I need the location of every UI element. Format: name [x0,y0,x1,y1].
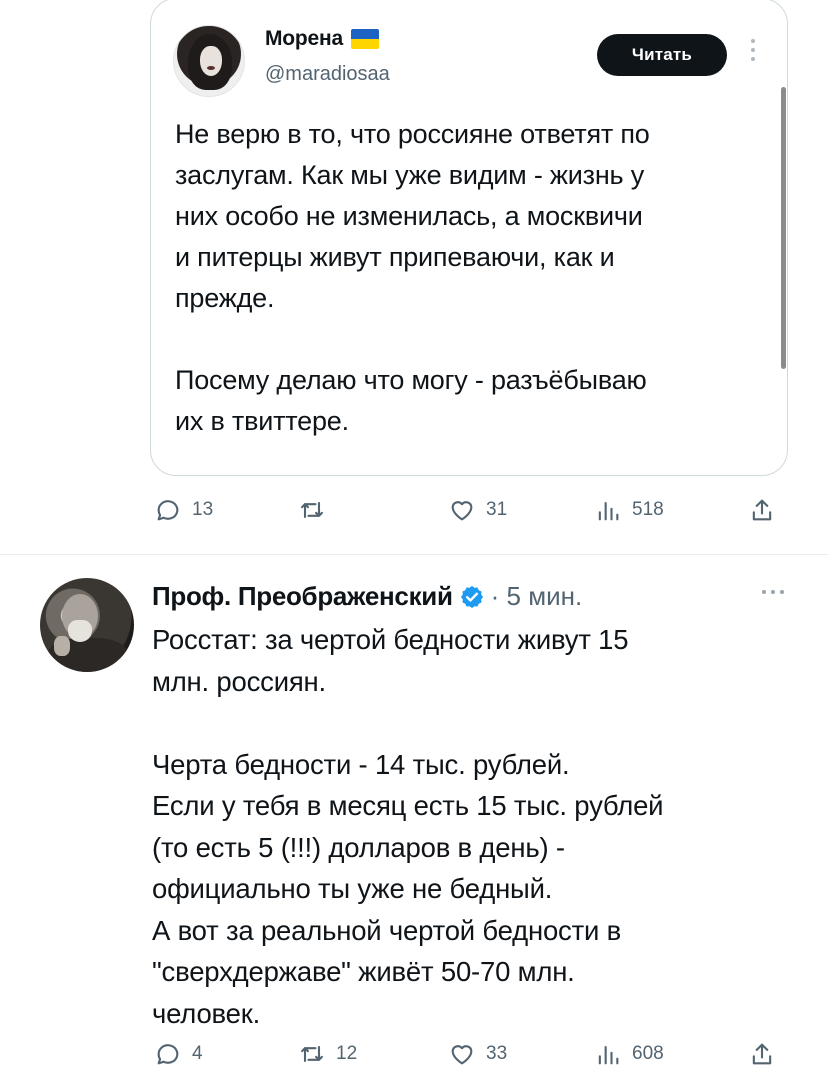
quoted-tweet-card[interactable]: Морена @maradiosaa Читать Не верю в то, … [150,0,788,476]
views-count: 608 [632,1043,664,1064]
scrollbar[interactable] [781,87,786,369]
more-options-icon[interactable] [751,39,757,61]
author-avatar[interactable] [40,578,134,672]
retweet-icon [301,1045,323,1063]
retweet-icon [301,501,323,519]
tweet-actions: 4 12 33 608 [150,1040,800,1080]
quoted-author-name[interactable]: Морена [265,27,343,51]
reply-icon [157,1044,179,1065]
quoted-author-handle[interactable]: @maradiosaa [265,63,390,86]
share-button[interactable] [748,1040,776,1068]
retweet-count: 12 [336,1043,358,1064]
verified-badge-icon [460,585,483,608]
views-button[interactable]: 608 [594,1040,664,1068]
views-count: 518 [632,499,664,520]
reply-button[interactable]: 13 [154,496,213,524]
tweet-more-options-icon[interactable] [762,590,784,594]
author-name[interactable]: Проф. Преображенский [152,581,453,612]
reply-button[interactable]: 4 [154,1040,203,1068]
follow-button[interactable]: Читать [597,34,727,76]
quoted-tweet-actions: 13 31 518 [150,496,800,536]
quoted-tweet-text: Не верю в то, что россияне ответят по за… [175,119,650,436]
tweet-divider [0,554,828,555]
author-row: Проф. Преображенский · 5 мин. [152,581,582,612]
like-button[interactable]: 31 [448,496,507,524]
retweet-button[interactable] [298,496,336,524]
heart-icon [451,501,473,521]
share-button[interactable] [748,496,776,524]
views-button[interactable]: 518 [594,496,664,524]
heart-icon [451,1045,473,1065]
retweet-button[interactable]: 12 [298,1040,357,1068]
views-icon [598,501,619,521]
like-count: 33 [486,1043,508,1064]
tweet-text: Росстат: за чертой бедности живут 15 млн… [152,624,664,1029]
quoted-author-name-row[interactable]: Морена [265,27,379,51]
share-icon [752,499,772,521]
like-button[interactable]: 33 [448,1040,507,1068]
ukraine-flag-icon [351,29,379,49]
share-icon [752,1043,772,1065]
quoted-author-avatar[interactable] [173,25,245,97]
reply-icon [157,500,179,521]
tweet-timestamp[interactable]: · 5 мин. [491,581,583,612]
views-icon [598,1045,619,1065]
like-count: 31 [486,499,508,520]
reply-count: 13 [192,499,214,520]
reply-count: 4 [192,1043,203,1064]
